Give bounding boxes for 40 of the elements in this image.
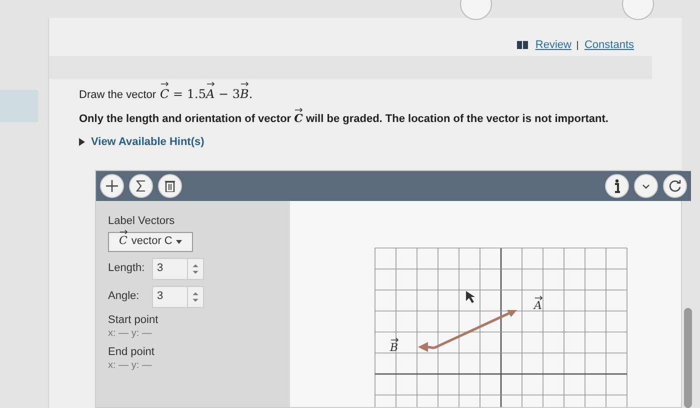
vector-arrow-icon (241, 82, 250, 86)
sigma-icon (136, 180, 146, 192)
info-icon (614, 179, 620, 193)
point-coords: x: — y: — (108, 326, 153, 340)
field-label: Angle: (108, 289, 140, 304)
equation: C = 1.5A − 3B. (160, 84, 253, 102)
vector-arrow-icon (207, 82, 216, 86)
add-button[interactable] (100, 174, 124, 198)
book-icon (517, 41, 530, 50)
constants-link[interactable]: Constants (584, 37, 634, 54)
dropdown-button[interactable] (634, 174, 658, 198)
point-coords: x: — y: — (108, 358, 153, 372)
dropdown-caret-icon (176, 240, 182, 244)
sum-button[interactable] (129, 174, 153, 198)
hints-toggle[interactable]: View Available Hint(s) (79, 134, 204, 150)
reset-button[interactable] (663, 174, 687, 198)
label-vectors-title: Label Vectors (108, 214, 176, 229)
info-button[interactable] (605, 174, 629, 198)
delete-button[interactable] (158, 174, 182, 198)
instruction-text: Draw the vector (79, 88, 156, 102)
point-title: Start point (108, 314, 160, 326)
field-label: Length: (108, 261, 146, 276)
chevron-down-icon (642, 184, 650, 188)
number-input[interactable]: 3 (153, 286, 187, 306)
plus-icon (106, 180, 118, 192)
vector-arrow-icon (120, 230, 128, 234)
vector-arrow-icon (161, 82, 170, 86)
cursor-icon (466, 291, 475, 303)
review-link[interactable]: Review (535, 37, 572, 54)
vector-label-select[interactable]: C vector C (108, 232, 194, 252)
number-spinner[interactable]: 3 (152, 258, 204, 280)
refresh-icon (668, 179, 682, 193)
number-input[interactable]: 3 (153, 258, 187, 278)
vector-label: B (390, 338, 399, 354)
vector-label: A (534, 296, 543, 312)
instruction-note: Only the length and orientation of vector C will be graded. The location of the vector is not important. (79, 111, 682, 128)
vector-arrow-icon (295, 108, 304, 112)
number-spinner[interactable]: 3 (152, 286, 204, 308)
point-title: End point (108, 346, 156, 358)
trash-icon (165, 180, 175, 192)
